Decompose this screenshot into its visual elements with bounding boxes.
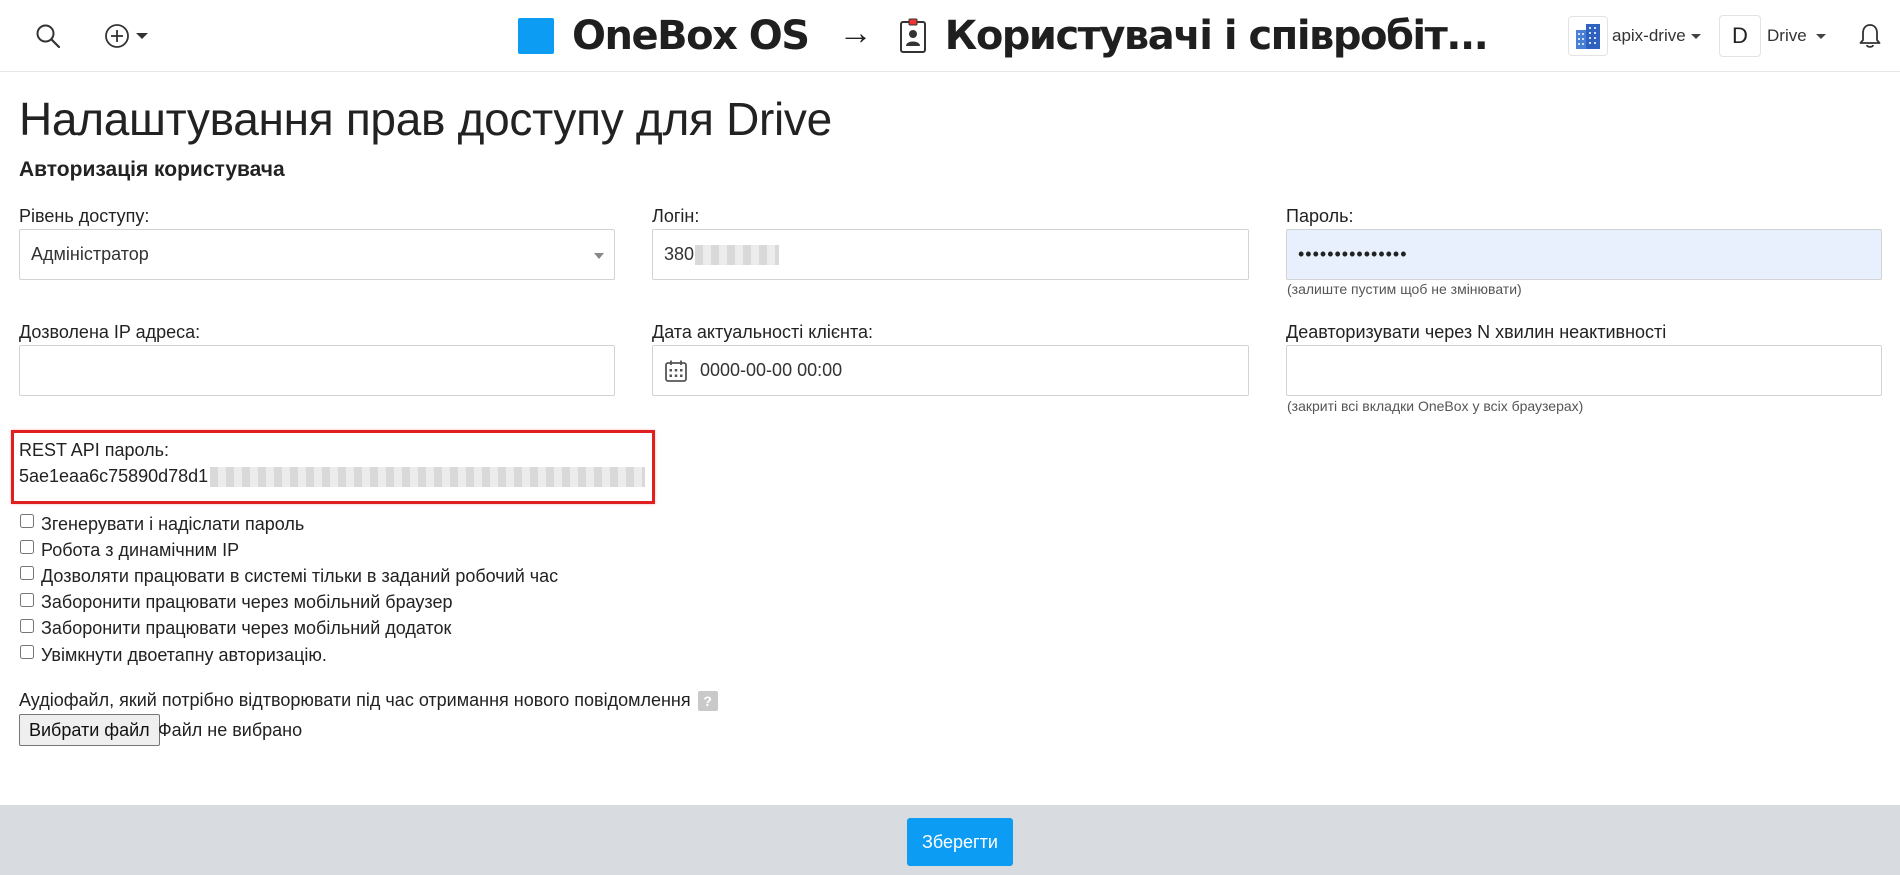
help-icon[interactable]: ? [697,690,718,711]
redacted-blur [695,244,780,265]
id-badge-icon [899,18,926,53]
password-value: ••••••••••••••• [1298,244,1408,264]
add-menu-button[interactable] [98,18,154,54]
deauth-label: Деавторизувати через N хвилин неактивнос… [1286,322,1667,342]
work-hours-option[interactable]: Дозволяти працювати в системі тільки в з… [19,563,558,589]
company-switcher[interactable]: apix-drive [1568,14,1701,58]
chevron-down-icon [1815,33,1826,39]
plus-circle-icon [105,24,129,48]
two-factor-option[interactable]: Увімкнути двоетапну авторизацію. [19,642,558,668]
password-label: Пароль: [1286,206,1354,226]
deauth-input[interactable] [1286,345,1882,396]
search-icon [36,24,61,49]
block-mobile-browser-option[interactable]: Заборонити працювати через мобільний бра… [19,590,558,616]
rest-api-password[interactable]: 5ae1eaa6c75890d78d1 [19,466,646,487]
block-mobile-app-option[interactable]: Заборонити працювати через мобільний дод… [19,616,558,642]
access-level-label: Рівень доступу: [19,206,150,226]
password-input[interactable]: ••••••••••••••• [1286,229,1882,280]
search-button[interactable] [30,18,66,54]
chevron-down-icon [1690,33,1701,39]
block-mobile-app-checkbox[interactable] [20,618,34,633]
section-title: Авторизація користувача [19,158,285,181]
file-status: Файл не вибрано [158,720,303,740]
client-date-input[interactable]: 0000-00-00 00:00 [652,345,1249,396]
notifications-button[interactable] [1854,14,1886,58]
rest-api-label: REST API пароль: [19,440,169,460]
client-date-label: Дата актуальності клієнта: [652,322,874,342]
checkbox-label: Дозволяти працювати в системі тільки в з… [41,565,559,586]
user-menu[interactable]: D Drive [1719,14,1826,58]
choose-file-button[interactable]: Вибрати файл [19,714,160,746]
client-date-value: 0000-00-00 00:00 [700,360,843,380]
breadcrumb-section[interactable]: Користувачі і співробіт... [945,13,1489,59]
rest-api-value: 5ae1eaa6c75890d78d1 [19,466,209,486]
user-name: Drive [1767,26,1807,45]
dynamic-ip-checkbox[interactable] [20,540,34,555]
audio-file-label: Аудіофайл, який потрібно відтворювати пі… [19,690,718,711]
audio-file-label-text: Аудіофайл, який потрібно відтворювати пі… [19,690,691,710]
password-hint: (залиште пустим щоб не змінювати) [1287,281,1522,297]
onebox-logo-icon [518,18,554,54]
block-mobile-browser-checkbox[interactable] [20,592,34,607]
work-hours-checkbox[interactable] [20,566,34,581]
chevron-down-icon [594,253,604,259]
dynamic-ip-option[interactable]: Робота з динамічним IP [19,537,558,563]
login-label: Логін: [652,206,700,226]
deauth-hint: (закриті всі вкладки OneBox у всіх брауз… [1287,398,1584,414]
chevron-down-icon [136,33,148,39]
checkbox-label: Згенерувати і надіслати пароль [41,513,305,534]
generate-password-option[interactable]: Згенерувати і надіслати пароль [19,511,558,537]
checkbox-label: Робота з динамічним IP [41,539,240,560]
breadcrumb: OneBox OS → Користувачі і співробіт... [518,10,1489,62]
checkbox-label: Заборонити працювати через мобільний бра… [41,592,453,613]
page-title: Налаштування прав доступу для Drive [19,93,832,145]
building-icon [1568,16,1608,56]
bell-icon [1859,24,1881,48]
login-input[interactable]: 380 [652,229,1249,280]
options-list: Згенерувати і надіслати пароль Робота з … [19,511,558,668]
generate-password-checkbox[interactable] [20,514,34,529]
access-level-value: Адміністратор [31,244,149,264]
checkbox-label: Увімкнути двоетапну авторизацію. [41,644,327,665]
avatar: D [1719,15,1761,57]
redacted-blur [210,466,646,487]
save-button[interactable]: Зберегти [907,818,1013,866]
breadcrumb-arrow: → [838,13,873,52]
allowed-ip-label: Дозволена IP адреса: [19,322,201,342]
breadcrumb-brand[interactable]: OneBox OS [572,13,810,59]
calendar-icon[interactable] [664,359,688,383]
allowed-ip-input[interactable] [19,345,615,396]
two-factor-checkbox[interactable] [20,645,34,660]
checkbox-label: Заборонити працювати через мобільний дод… [41,618,452,639]
company-name: apix-drive [1612,26,1686,45]
login-value: 380 [664,244,695,264]
top-bar: OneBox OS → Користувачі і співробіт... a… [0,0,1900,72]
access-level-select[interactable]: Адміністратор [19,229,615,280]
